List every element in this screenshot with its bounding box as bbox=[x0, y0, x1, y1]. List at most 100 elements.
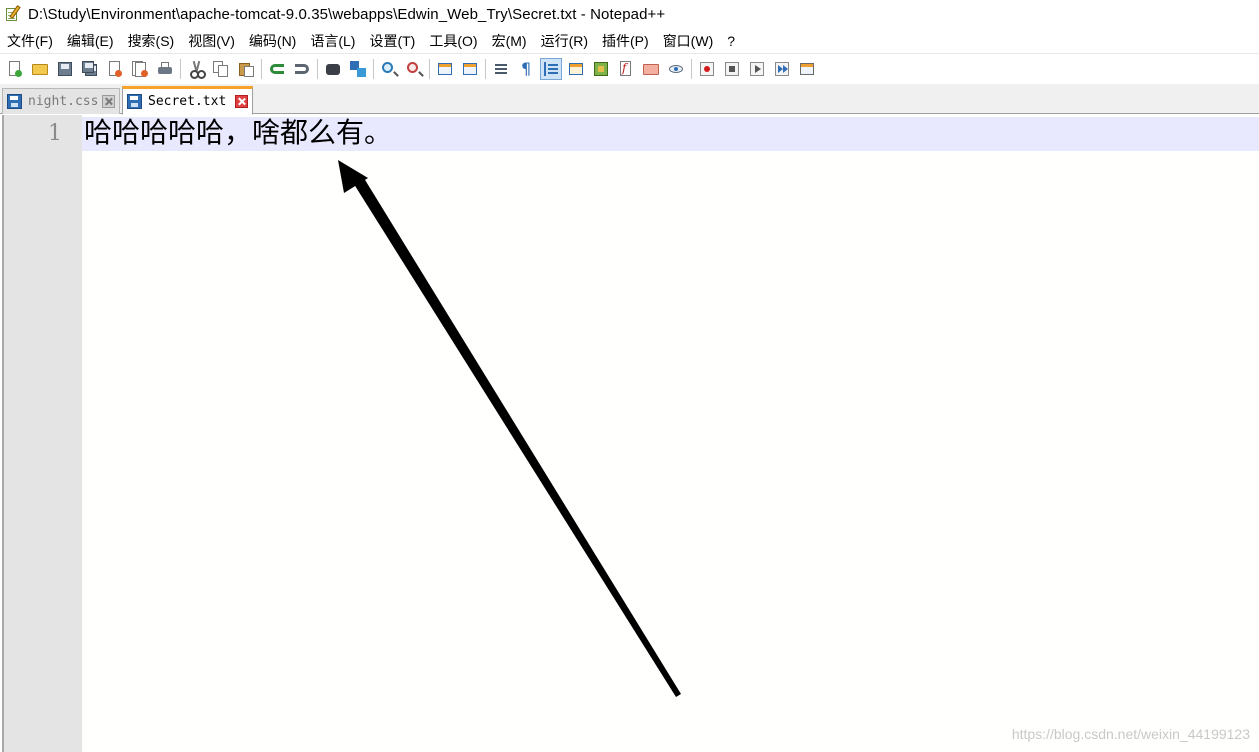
tab-bar: night.css Secret.txt bbox=[0, 84, 1259, 115]
save-button[interactable] bbox=[54, 58, 76, 80]
menu-search[interactable]: 搜索(S) bbox=[121, 30, 182, 52]
sync-horizontal-button[interactable] bbox=[459, 58, 481, 80]
open-folder-icon bbox=[32, 61, 48, 77]
find-icon bbox=[325, 61, 341, 77]
menu-run[interactable]: 运行(R) bbox=[534, 30, 595, 52]
new-file-button[interactable] bbox=[4, 58, 26, 80]
stop-macro-icon bbox=[724, 61, 740, 77]
toolbar-separator bbox=[373, 58, 374, 79]
arrow-head bbox=[338, 160, 368, 193]
menu-settings[interactable]: 设置(T) bbox=[362, 30, 422, 52]
function-list-icon: f bbox=[618, 60, 634, 77]
menu-view[interactable]: 视图(V) bbox=[181, 30, 242, 52]
notepadpp-app-icon bbox=[4, 5, 22, 23]
tab-label: Secret.txt bbox=[148, 94, 227, 109]
toolbar: ¶ f bbox=[0, 53, 1259, 83]
function-list-button[interactable]: f bbox=[615, 58, 637, 80]
close-icon bbox=[107, 60, 123, 77]
play-macro-icon bbox=[749, 61, 765, 77]
tab-secret-txt[interactable]: Secret.txt bbox=[122, 86, 253, 115]
menu-language[interactable]: 语言(L) bbox=[303, 30, 362, 52]
zoom-out-icon bbox=[406, 61, 422, 77]
document-map-icon bbox=[593, 61, 609, 77]
toolbar-separator bbox=[485, 58, 486, 79]
folder-workspace-icon bbox=[643, 61, 659, 77]
cut-icon bbox=[188, 60, 206, 79]
menu-plugins[interactable]: 插件(P) bbox=[595, 30, 656, 52]
saved-file-icon bbox=[7, 94, 22, 109]
replace-icon bbox=[350, 60, 366, 77]
show-all-chars-icon: ¶ bbox=[521, 58, 532, 78]
zoom-in-button[interactable] bbox=[378, 58, 400, 80]
indent-guide-button[interactable] bbox=[540, 57, 562, 80]
menu-tools[interactable]: 工具(O) bbox=[422, 30, 484, 52]
sync-vertical-button[interactable] bbox=[434, 58, 456, 80]
redo-button[interactable] bbox=[291, 58, 313, 80]
save-all-icon bbox=[82, 60, 98, 77]
close-button[interactable] bbox=[104, 58, 126, 80]
close-all-icon bbox=[132, 60, 148, 77]
toolbar-separator bbox=[429, 58, 430, 79]
tab-close-icon[interactable] bbox=[102, 95, 115, 108]
paste-icon bbox=[238, 61, 254, 77]
sync-vertical-icon bbox=[437, 61, 453, 77]
text-line[interactable]: 哈哈哈哈哈，啥都么有。 bbox=[84, 117, 392, 151]
paste-button[interactable] bbox=[235, 58, 257, 80]
user-lang-button[interactable] bbox=[565, 58, 587, 80]
tab-night-css[interactable]: night.css bbox=[2, 88, 120, 114]
replace-button[interactable] bbox=[347, 58, 369, 80]
open-file-button[interactable] bbox=[29, 58, 51, 80]
copy-button[interactable] bbox=[210, 58, 232, 80]
zoom-out-button[interactable] bbox=[403, 58, 425, 80]
record-macro-icon bbox=[699, 61, 715, 77]
toolbar-separator bbox=[691, 58, 692, 79]
menu-window[interactable]: 窗口(W) bbox=[656, 30, 721, 52]
menu-encoding[interactable]: 编码(N) bbox=[242, 30, 303, 52]
cut-button[interactable] bbox=[185, 58, 207, 80]
watermark: https://blog.csdn.net/weixin_44199123 bbox=[1011, 726, 1250, 742]
play-macro-button[interactable] bbox=[746, 58, 768, 80]
editor-area[interactable]: 1 哈哈哈哈哈，啥都么有。 https://blog.csdn.net/weix… bbox=[0, 115, 1259, 752]
save-macro-icon bbox=[799, 61, 815, 77]
new-file-icon bbox=[7, 60, 23, 77]
annotation-arrow bbox=[338, 160, 681, 697]
menu-macro[interactable]: 宏(M) bbox=[485, 30, 534, 52]
word-wrap-icon bbox=[493, 61, 509, 77]
close-all-button[interactable] bbox=[129, 58, 151, 80]
save-macro-button[interactable] bbox=[796, 58, 818, 80]
document-map-button[interactable] bbox=[590, 58, 612, 80]
toolbar-separator bbox=[261, 58, 262, 79]
save-icon bbox=[57, 61, 73, 77]
sync-horizontal-icon bbox=[462, 61, 478, 77]
toolbar-separator bbox=[317, 58, 318, 79]
undo-button[interactable] bbox=[266, 58, 288, 80]
menu-bar: 文件(F) 编辑(E) 搜索(S) 视图(V) 编码(N) 语言(L) 设置(T… bbox=[0, 30, 1259, 52]
save-all-button[interactable] bbox=[79, 58, 101, 80]
tab-label: night.css bbox=[28, 94, 99, 109]
toolbar-separator bbox=[180, 58, 181, 79]
run-macro-multiple-icon bbox=[774, 61, 790, 77]
run-macro-multiple-button[interactable] bbox=[771, 58, 793, 80]
menu-help[interactable]: ? bbox=[720, 30, 742, 52]
record-macro-button[interactable] bbox=[696, 58, 718, 80]
title-bar: D:\Study\Environment\apache-tomcat-9.0.3… bbox=[0, 0, 1259, 28]
menu-file[interactable]: 文件(F) bbox=[0, 30, 60, 52]
find-button[interactable] bbox=[322, 58, 344, 80]
stop-macro-button[interactable] bbox=[721, 58, 743, 80]
user-lang-icon bbox=[568, 61, 584, 77]
show-all-chars-button[interactable]: ¶ bbox=[515, 58, 537, 80]
line-number-gutter: 1 bbox=[4, 115, 82, 752]
tab-close-icon[interactable] bbox=[235, 95, 248, 108]
undo-icon bbox=[269, 61, 285, 77]
monitoring-button[interactable] bbox=[665, 58, 687, 80]
print-icon bbox=[157, 61, 173, 77]
window-title: D:\Study\Environment\apache-tomcat-9.0.3… bbox=[28, 5, 666, 23]
folder-workspace-button[interactable] bbox=[640, 58, 662, 80]
zoom-in-icon bbox=[381, 61, 397, 77]
print-button[interactable] bbox=[154, 58, 176, 80]
word-wrap-button[interactable] bbox=[490, 58, 512, 80]
redo-icon bbox=[294, 61, 310, 77]
indent-guide-icon bbox=[543, 61, 559, 77]
menu-edit[interactable]: 编辑(E) bbox=[60, 30, 121, 52]
saved-file-icon bbox=[127, 94, 142, 109]
